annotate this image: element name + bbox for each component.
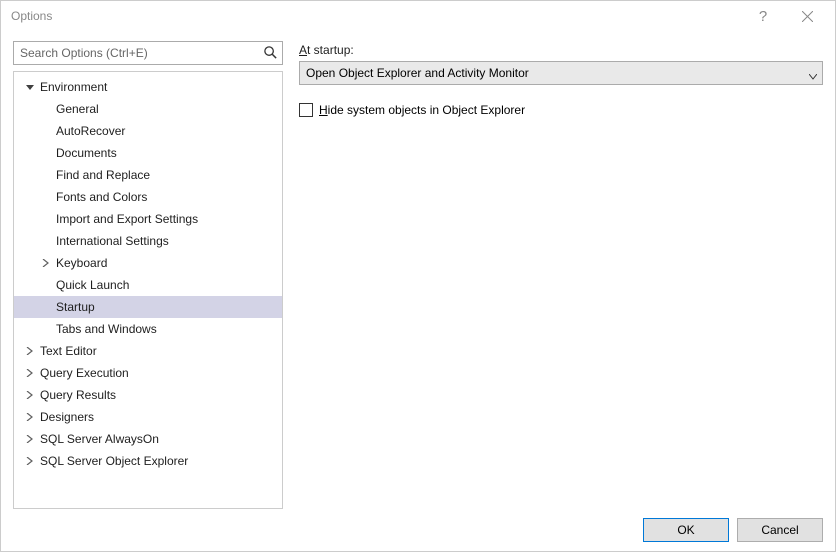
tree-item-keyboard[interactable]: Keyboard <box>14 252 282 274</box>
tree-item-query-results[interactable]: Query Results <box>14 384 282 406</box>
help-button[interactable]: ? <box>743 2 783 30</box>
tree-label: SQL Server AlwaysOn <box>38 432 159 446</box>
tree-label: Designers <box>38 410 94 424</box>
tree-item-environment[interactable]: Environment <box>14 76 282 98</box>
tree-label: Query Results <box>38 388 116 402</box>
chevron-right-icon <box>24 457 36 465</box>
right-pane: At startup: Open Object Explorer and Act… <box>283 41 823 509</box>
tree-item-find-replace[interactable]: Find and Replace <box>14 164 282 186</box>
tree-label: Fonts and Colors <box>54 190 147 204</box>
close-icon <box>802 11 813 22</box>
tree-item-import-export[interactable]: Import and Export Settings <box>14 208 282 230</box>
tree-item-sql-alwayson[interactable]: SQL Server AlwaysOn <box>14 428 282 450</box>
left-pane: Environment General AutoRecover Document… <box>13 41 283 509</box>
tree-label: Text Editor <box>38 344 97 358</box>
tree-item-quick-launch[interactable]: Quick Launch <box>14 274 282 296</box>
tree-label: AutoRecover <box>54 124 125 138</box>
chevron-right-icon <box>24 413 36 421</box>
startup-label: At startup: <box>299 43 823 57</box>
ok-button[interactable]: OK <box>643 518 729 542</box>
tree-label: Documents <box>54 146 117 160</box>
chevron-right-icon <box>40 259 52 267</box>
hide-system-objects-checkbox[interactable] <box>299 103 313 117</box>
tree-label: Import and Export Settings <box>54 212 198 226</box>
tree-label: Startup <box>54 300 95 314</box>
close-button[interactable] <box>787 2 827 30</box>
tree-label: Query Execution <box>38 366 129 380</box>
options-tree[interactable]: Environment General AutoRecover Document… <box>13 71 283 509</box>
startup-select[interactable]: Open Object Explorer and Activity Monito… <box>299 61 823 85</box>
tree-item-tabs-windows[interactable]: Tabs and Windows <box>14 318 282 340</box>
startup-select-wrap: Open Object Explorer and Activity Monito… <box>299 61 823 85</box>
tree-label: General <box>54 102 99 116</box>
chevron-right-icon <box>24 391 36 399</box>
tree-label: Tabs and Windows <box>54 322 157 336</box>
tree-label: Keyboard <box>54 256 107 270</box>
dialog-content: Environment General AutoRecover Document… <box>1 31 835 509</box>
tree-item-text-editor[interactable]: Text Editor <box>14 340 282 362</box>
tree-label: Find and Replace <box>54 168 150 182</box>
cancel-button[interactable]: Cancel <box>737 518 823 542</box>
hide-system-objects-row: Hide system objects in Object Explorer <box>299 103 823 117</box>
window-title: Options <box>11 9 743 23</box>
tree-label: Quick Launch <box>54 278 129 292</box>
search-wrap <box>13 41 283 65</box>
tree-item-fonts-colors[interactable]: Fonts and Colors <box>14 186 282 208</box>
tree-label: Environment <box>38 80 107 94</box>
chevron-right-icon <box>24 347 36 355</box>
chevron-right-icon <box>24 369 36 377</box>
tree-item-documents[interactable]: Documents <box>14 142 282 164</box>
tree-label: International Settings <box>54 234 169 248</box>
chevron-down-icon <box>24 83 36 91</box>
search-input[interactable] <box>13 41 283 65</box>
dialog-footer: OK Cancel <box>1 509 835 551</box>
tree-item-international[interactable]: International Settings <box>14 230 282 252</box>
chevron-right-icon <box>24 435 36 443</box>
tree-item-designers[interactable]: Designers <box>14 406 282 428</box>
tree-item-autorecover[interactable]: AutoRecover <box>14 120 282 142</box>
window-titlebar: Options ? <box>1 1 835 31</box>
tree-item-sql-object-explorer[interactable]: SQL Server Object Explorer <box>14 450 282 472</box>
tree-item-query-execution[interactable]: Query Execution <box>14 362 282 384</box>
hide-system-objects-label[interactable]: Hide system objects in Object Explorer <box>319 103 525 117</box>
tree-item-startup[interactable]: Startup <box>14 296 282 318</box>
tree-item-general[interactable]: General <box>14 98 282 120</box>
tree-label: SQL Server Object Explorer <box>38 454 188 468</box>
startup-select-value: Open Object Explorer and Activity Monito… <box>306 66 529 80</box>
